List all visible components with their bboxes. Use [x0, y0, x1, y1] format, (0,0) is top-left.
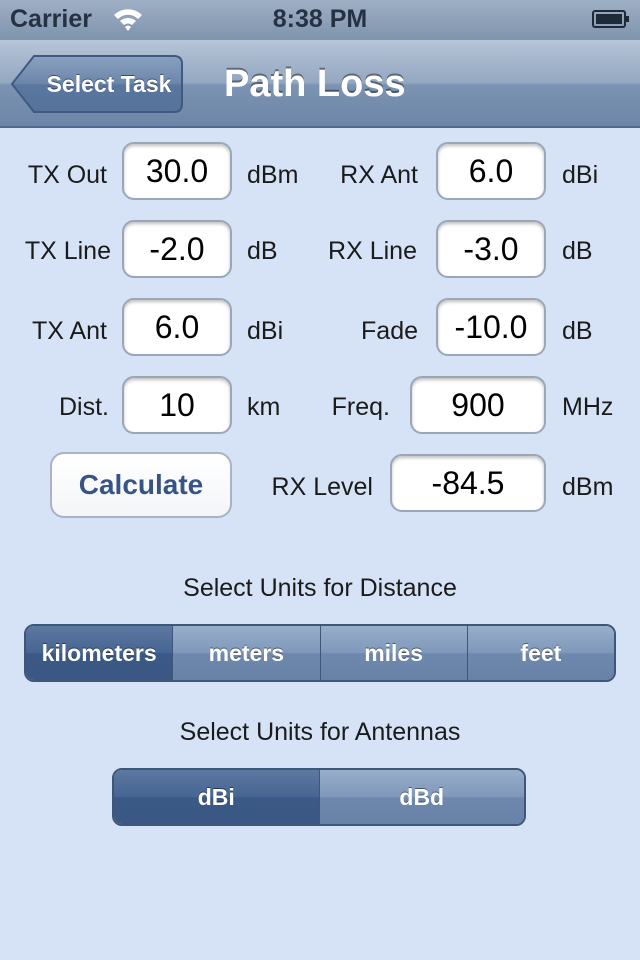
freq-unit: MHz [562, 393, 614, 421]
back-button-label: Select Task [46, 71, 172, 97]
dist-label: Dist. [59, 393, 109, 421]
tx-line-field[interactable]: -2.0 [122, 220, 232, 278]
segment-feet[interactable]: feet [466, 626, 614, 680]
antenna-units-title: Select Units for Antennas [179, 718, 461, 746]
select-task-back-button[interactable]: Select Task [10, 54, 184, 114]
segment-meters[interactable]: meters [172, 626, 320, 680]
tx-out-unit: dBm [247, 161, 299, 189]
rx-ant-field[interactable]: 6.0 [436, 142, 546, 200]
segment-dbd[interactable]: dBd [318, 770, 524, 824]
tx-line-unit: dB [247, 237, 278, 265]
segment-dbi[interactable]: dBi [114, 770, 319, 824]
status-time: 8:38 PM [272, 5, 368, 33]
tx-out-field[interactable]: 30.0 [122, 142, 232, 200]
fade-unit: dB [562, 317, 593, 345]
rx-level-unit: dBm [562, 473, 614, 501]
antenna-units-segmented-control: dBi dBd [112, 768, 526, 826]
tx-out-label: TX Out [27, 161, 107, 189]
freq-field[interactable]: 900 [410, 376, 546, 434]
fade-label: Fade [361, 317, 418, 345]
tx-ant-label: TX Ant [31, 317, 107, 345]
rx-line-field[interactable]: -3.0 [436, 220, 546, 278]
rx-line-label: RX Line [328, 237, 417, 265]
rx-level-field: -84.5 [390, 454, 546, 512]
distance-units-title: Select Units for Distance [183, 574, 457, 602]
battery-icon [592, 10, 629, 28]
calculate-button[interactable]: Calculate [50, 452, 232, 518]
tx-ant-unit: dBi [247, 317, 284, 345]
segment-kilometers[interactable]: kilometers [26, 626, 173, 680]
distance-units-segmented-control: kilometers meters miles feet [24, 624, 616, 682]
rx-line-unit: dB [562, 237, 593, 265]
tx-line-label: TX Line [24, 237, 111, 265]
segment-miles[interactable]: miles [319, 626, 467, 680]
dist-unit: km [247, 393, 281, 421]
rx-ant-unit: dBi [562, 161, 599, 189]
freq-label: Freq. [331, 393, 390, 421]
fade-field[interactable]: -10.0 [436, 298, 546, 356]
tx-ant-field[interactable]: 6.0 [122, 298, 232, 356]
rx-level-label: RX Level [271, 473, 373, 501]
navigation-bar: Select Task Path Loss [0, 40, 640, 128]
rx-ant-label: RX Ant [340, 161, 418, 189]
status-bar: Carrier 8:38 PM [0, 0, 640, 40]
dist-field[interactable]: 10 [122, 376, 232, 434]
page-title: Path Loss [224, 63, 406, 105]
